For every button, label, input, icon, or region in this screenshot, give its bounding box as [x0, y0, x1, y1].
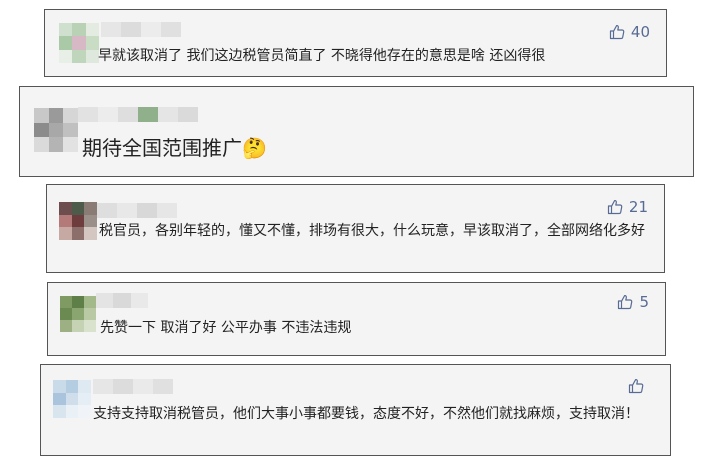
like-count: 40 [630, 23, 650, 41]
thinking-face-emoji: 🤔 [242, 136, 267, 160]
comment-card: 早就该取消了 我们这边税管员简直了 不晓得他存在的意思是啥 还凶得很 40 [44, 9, 667, 77]
comment-text: 支持支持取消税管员，他们大事小事都要钱，态度不好，不然他们就找麻烦，支持取消！ [93, 406, 639, 422]
comment-card: 期待全国范围推广🤔 [19, 86, 694, 177]
thumbs-up-icon [607, 199, 623, 215]
like-button[interactable] [628, 378, 644, 394]
blurred-avatar[interactable] [53, 380, 91, 418]
comment-text: 早就该取消了 我们这边税管员简直了 不晓得他存在的意思是啥 还凶得很 [98, 48, 546, 64]
blurred-username[interactable] [96, 293, 148, 308]
blurred-username[interactable] [93, 379, 173, 394]
comment-text: 税官员，各别年轻的，懂又不懂，排场有很大，什么玩意，早该取消了，全部网络化多好 [99, 223, 645, 239]
blurred-avatar[interactable] [59, 23, 99, 63]
like-button[interactable]: 5 [617, 293, 649, 311]
like-count: 5 [639, 293, 649, 311]
blurred-avatar[interactable] [59, 202, 97, 240]
like-button[interactable]: 40 [609, 23, 650, 41]
thumbs-up-icon [609, 24, 625, 40]
blurred-username[interactable] [97, 203, 177, 218]
blurred-username[interactable] [101, 22, 181, 37]
comment-card: 支持支持取消税管员，他们大事小事都要钱，态度不好，不然他们就找麻烦，支持取消！ [40, 364, 671, 456]
comment-card: 税官员，各别年轻的，懂又不懂，排场有很大，什么玩意，早该取消了，全部网络化多好 … [46, 184, 665, 273]
blurred-avatar[interactable] [34, 108, 78, 152]
like-count: 21 [628, 198, 648, 216]
thumbs-up-icon [618, 294, 633, 310]
comment-text: 先赞一下 取消了好 公平办事 不违法违规 [100, 320, 352, 336]
comment-card: 先赞一下 取消了好 公平办事 不违法违规 5 [47, 282, 666, 356]
comment-text: 期待全国范围推广🤔 [82, 136, 267, 160]
blurred-avatar[interactable] [60, 296, 96, 332]
like-button[interactable]: 21 [607, 198, 648, 216]
thumbs-up-icon [628, 378, 644, 394]
blurred-username[interactable] [78, 107, 198, 122]
